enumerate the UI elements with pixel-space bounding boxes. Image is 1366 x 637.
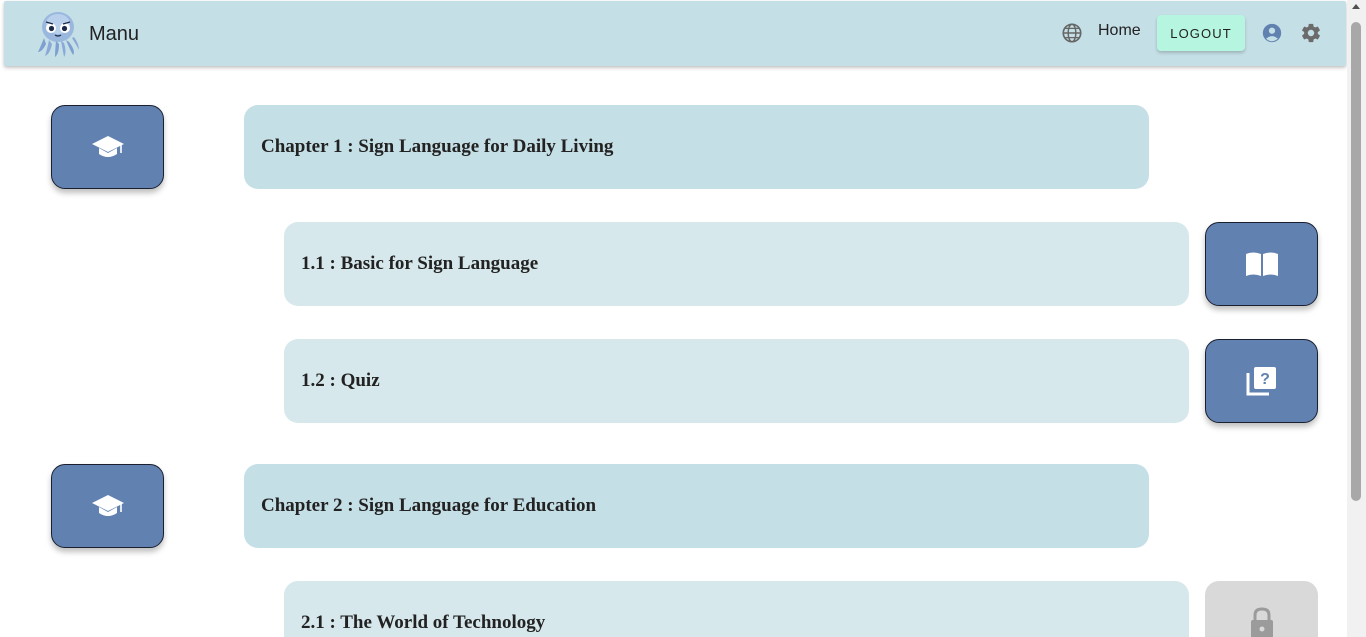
lesson-1-1-tile[interactable] [1205, 222, 1318, 306]
logout-button[interactable]: LOGOUT [1157, 15, 1245, 51]
brand[interactable]: Manu [36, 9, 139, 59]
scrollbar-thumb[interactable] [1351, 22, 1361, 501]
lesson-title: 1.1 : Basic for Sign Language [301, 253, 539, 274]
chapter-card-2[interactable]: Chapter 2 : Sign Language for Education [244, 464, 1149, 548]
quiz-icon: ? [1246, 367, 1276, 396]
svg-text:?: ? [1260, 371, 1270, 388]
scroll-up-arrow-icon[interactable] [1352, 4, 1360, 9]
chapter-title: Chapter 1 : Sign Language for Daily Livi… [261, 136, 614, 157]
globe-icon[interactable] [1061, 22, 1083, 44]
graduation-cap-icon [91, 136, 124, 157]
chapter-card-1[interactable]: Chapter 1 : Sign Language for Daily Livi… [244, 105, 1149, 189]
open-book-icon [1245, 252, 1278, 276]
home-link[interactable]: Home [1098, 22, 1141, 40]
chapter-title: Chapter 2 : Sign Language for Education [261, 495, 597, 516]
lesson-title: 1.2 : Quiz [301, 370, 380, 391]
lesson-card-2-1[interactable]: 2.1 : The World of Technology [284, 581, 1189, 637]
page: Manu Home LOGOUT Chapter 1 : Sign Langua… [0, 0, 1366, 637]
app-bar: Manu Home LOGOUT [4, 1, 1346, 66]
lesson-1-2-tile[interactable]: ? [1205, 339, 1318, 423]
lesson-2-1-tile [1205, 581, 1318, 637]
account-circle-icon[interactable] [1261, 22, 1283, 44]
lesson-card-1-2[interactable]: 1.2 : Quiz [284, 339, 1189, 423]
gear-icon[interactable] [1300, 22, 1322, 44]
chapter-2-tile[interactable] [51, 464, 164, 548]
graduation-cap-icon [91, 495, 124, 516]
chapter-1-tile[interactable] [51, 105, 164, 189]
octopus-logo [38, 12, 79, 57]
vertical-scrollbar[interactable] [1347, 0, 1366, 637]
lesson-card-1-1[interactable]: 1.1 : Basic for Sign Language [284, 222, 1189, 306]
app-name: Manu [89, 22, 140, 45]
lock-icon [1250, 607, 1273, 637]
lesson-title: 2.1 : The World of Technology [301, 612, 546, 633]
